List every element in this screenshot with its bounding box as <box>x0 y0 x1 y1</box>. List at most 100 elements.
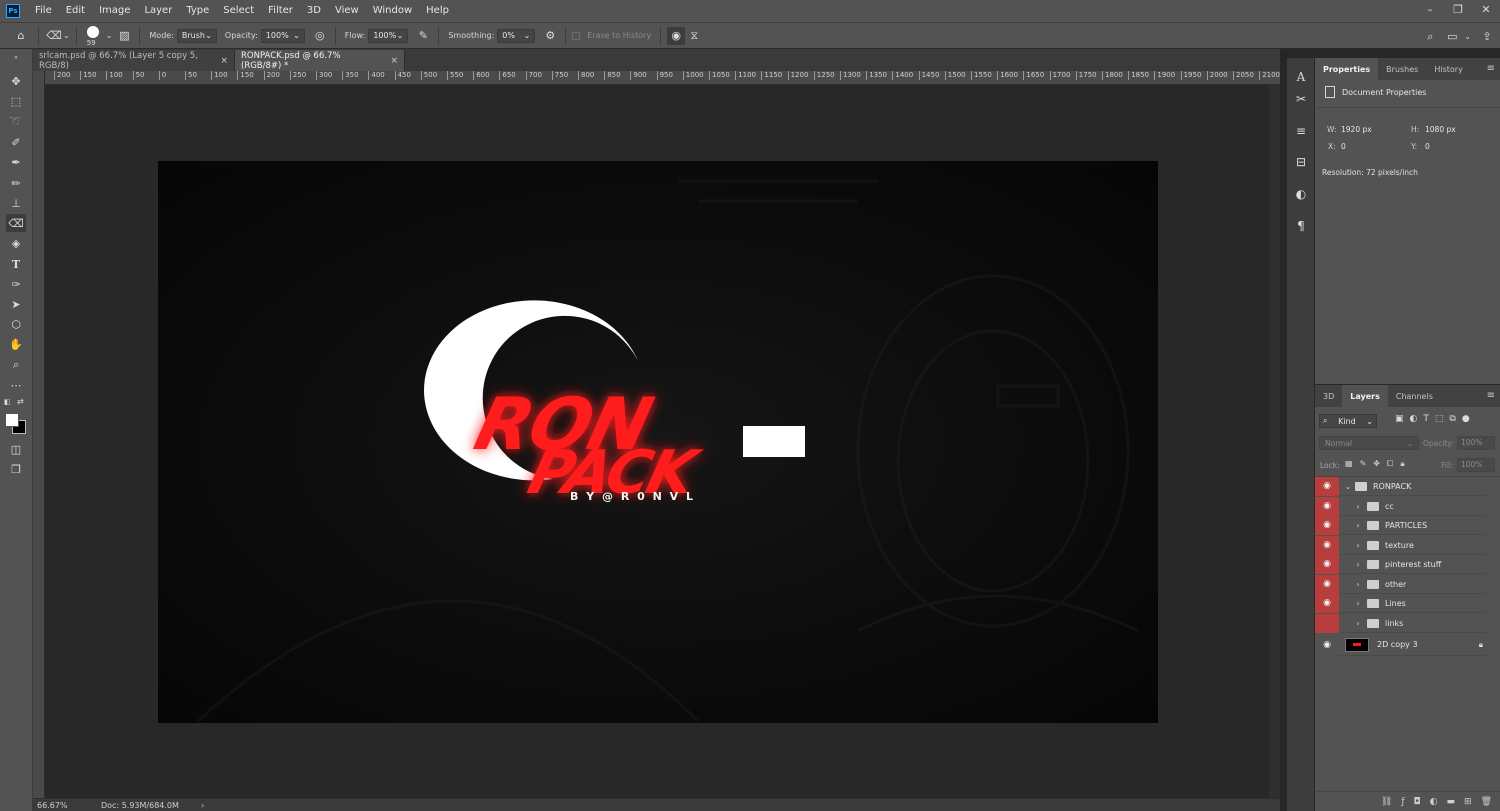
vertical-ruler[interactable] <box>33 71 45 798</box>
menu-type[interactable]: Type <box>179 0 216 22</box>
tools-preset-icon[interactable]: ✂ <box>1290 88 1312 110</box>
swap-colors-icon[interactable]: ⇄ <box>17 397 24 406</box>
adjustment-layer-icon[interactable]: ◐ <box>1430 797 1438 807</box>
erase-to-history-checkbox[interactable] <box>572 31 581 40</box>
layer-group-lines[interactable]: ◉ › Lines <box>1315 593 1487 613</box>
visibility-eye-icon[interactable]: ◉ <box>1315 515 1339 535</box>
zoom-level[interactable]: 66.67% <box>33 801 101 810</box>
delete-layer-icon[interactable]: 🗑︎ <box>1481 797 1492 807</box>
symmetry-icon[interactable]: ⧖ <box>685 27 703 45</box>
restore-button[interactable]: ❐ <box>1444 0 1472 22</box>
pixel-filter-icon[interactable]: ▣ <box>1395 414 1404 424</box>
character-panel-icon[interactable]: A <box>1290 66 1312 88</box>
paragraph-icon[interactable]: ¶ <box>1290 215 1312 237</box>
shape-tool-icon[interactable]: ⬡ <box>6 315 26 333</box>
hidden-visibility-toggle[interactable]: ◉ <box>1315 613 1339 633</box>
minimize-button[interactable]: – <box>1416 0 1444 22</box>
blend-mode-select[interactable]: Normal ⌄ <box>1319 436 1419 450</box>
menu-help[interactable]: Help <box>419 0 456 22</box>
link-layers-icon[interactable]: ⛓ <box>1381 797 1392 807</box>
move-tool-icon[interactable]: ✥ <box>6 72 26 90</box>
search-icon[interactable]: ⌕ <box>1421 28 1439 46</box>
tab-3d[interactable]: 3D <box>1315 385 1342 407</box>
shape-filter-icon[interactable]: ⬚ <box>1435 414 1444 424</box>
close-icon[interactable]: × <box>390 56 398 66</box>
tab-history[interactable]: History <box>1426 58 1470 80</box>
chevron-down-icon[interactable]: ⌄ <box>106 31 113 40</box>
panel-menu-icon[interactable]: ≡ <box>1487 63 1495 74</box>
chevron-right-icon[interactable]: › <box>1353 619 1363 628</box>
layer-group-cc[interactable]: ◉ › cc <box>1315 496 1487 516</box>
fill-field[interactable]: 100% <box>1457 458 1495 472</box>
add-mask-icon[interactable]: ◘ <box>1414 797 1421 807</box>
chevron-right-icon[interactable]: › <box>1353 599 1363 608</box>
pressure-opacity-icon[interactable]: ◎ <box>311 27 329 45</box>
home-icon[interactable]: ⌂ <box>10 27 32 45</box>
layer-group-particles[interactable]: ◉ › PARTICLES <box>1315 515 1487 535</box>
eyedropper-tool-icon[interactable]: ✒ <box>6 153 26 171</box>
brush-preset-picker[interactable]: 59 <box>83 24 103 48</box>
type-tool-icon[interactable]: T <box>6 255 26 273</box>
visibility-eye-icon[interactable]: ◉ <box>1315 476 1339 496</box>
panel-menu-icon[interactable]: ≡ <box>1487 390 1495 401</box>
visibility-eye-icon[interactable]: ◉ <box>1315 496 1339 516</box>
close-icon[interactable]: × <box>220 56 228 66</box>
smoothing-field[interactable]: 0% ⌄ <box>497 28 536 43</box>
chevron-down-icon[interactable]: ⌄ <box>1343 482 1353 491</box>
menu-file[interactable]: File <box>28 0 59 22</box>
layer-group-other[interactable]: ◉ › other <box>1315 574 1487 594</box>
layer-2d-copy-3[interactable]: ◉ 2D copy 3 🔒︎ <box>1315 633 1487 656</box>
new-layer-icon[interactable]: ⊞ <box>1464 797 1472 807</box>
width-value[interactable]: 1920 px <box>1341 125 1372 134</box>
adjustments-icon[interactable]: ◐ <box>1290 183 1312 205</box>
chevron-right-icon[interactable]: › <box>1353 521 1363 530</box>
hand-tool-icon[interactable]: ✋ <box>6 335 26 353</box>
menu-layer[interactable]: Layer <box>137 0 179 22</box>
menu-select[interactable]: Select <box>216 0 261 22</box>
airbrush-icon[interactable]: ✎ <box>414 27 432 45</box>
brush-tool-icon[interactable]: ✏ <box>6 174 26 192</box>
height-value[interactable]: 1080 px <box>1425 125 1456 134</box>
close-button[interactable]: ✕ <box>1472 0 1500 22</box>
vertical-scrollbar[interactable] <box>1269 85 1280 798</box>
foreground-color-swatch[interactable] <box>5 413 19 427</box>
mode-select[interactable]: Brush ⌄ <box>176 28 217 43</box>
flow-field[interactable]: 100% ⌄ <box>368 28 409 43</box>
lock-pixels-icon[interactable]: ✎ <box>1360 459 1367 469</box>
path-selection-tool-icon[interactable]: ➤ <box>6 295 26 313</box>
layer-group-links[interactable]: ◉ › links <box>1315 613 1487 633</box>
layer-group-texture[interactable]: ◉ › texture <box>1315 535 1487 555</box>
quick-mask-icon[interactable]: ◫ <box>6 440 26 458</box>
visibility-eye-icon[interactable]: ◉ <box>1315 633 1339 656</box>
layer-group-pinterest-stuff[interactable]: ◉ › pinterest stuff <box>1315 554 1487 574</box>
tab-brushes[interactable]: Brushes <box>1378 58 1426 80</box>
chevron-right-icon[interactable]: › <box>1353 560 1363 569</box>
type-filter-icon[interactable]: T <box>1423 414 1429 424</box>
clone-source-icon[interactable]: ⊟ <box>1290 151 1312 173</box>
chevron-down-icon[interactable]: ⌄ <box>1464 32 1471 41</box>
x-value[interactable]: 0 <box>1341 142 1346 151</box>
screen-mode-icon[interactable]: ❐ <box>6 460 26 478</box>
chevron-right-icon[interactable]: › <box>201 801 204 810</box>
quick-selection-tool-icon[interactable]: ✐ <box>6 133 26 151</box>
lock-all-icon[interactable]: 🔒︎ <box>1400 459 1404 469</box>
lock-transparent-icon[interactable]: ▦ <box>1345 459 1353 469</box>
filter-toggle-icon[interactable]: ● <box>1462 414 1470 424</box>
more-tools-icon[interactable]: ⋯ <box>6 376 26 394</box>
visibility-eye-icon[interactable]: ◉ <box>1315 593 1339 613</box>
layer-opacity-field[interactable]: 100% <box>1457 436 1495 450</box>
menu-filter[interactable]: Filter <box>261 0 300 22</box>
zoom-tool-icon[interactable]: ⌕ <box>6 356 26 374</box>
pressure-size-icon[interactable]: ◉ <box>667 26 686 45</box>
tab-ronpack[interactable]: RONPACK.psd @ 66.7% (RGB/8#) * × <box>235 50 405 71</box>
y-value[interactable]: 0 <box>1425 142 1430 151</box>
pen-tool-icon[interactable]: ✑ <box>6 275 26 293</box>
layer-style-icon[interactable]: ƒ <box>1401 797 1404 807</box>
horizontal-ruler[interactable]: 200 150 100 50 0 50 100 150 200 250 300 350 400 450 50… <box>45 71 1280 85</box>
smart-object-filter-icon[interactable]: ⧉ <box>1449 414 1455 424</box>
collapse-chevron-icon[interactable]: » <box>6 54 26 61</box>
chevron-right-icon[interactable]: › <box>1353 541 1363 550</box>
tab-layers[interactable]: Layers <box>1342 385 1388 407</box>
new-group-icon[interactable]: ▬ <box>1447 797 1456 807</box>
lasso-tool-icon[interactable]: ➰ <box>6 112 26 130</box>
